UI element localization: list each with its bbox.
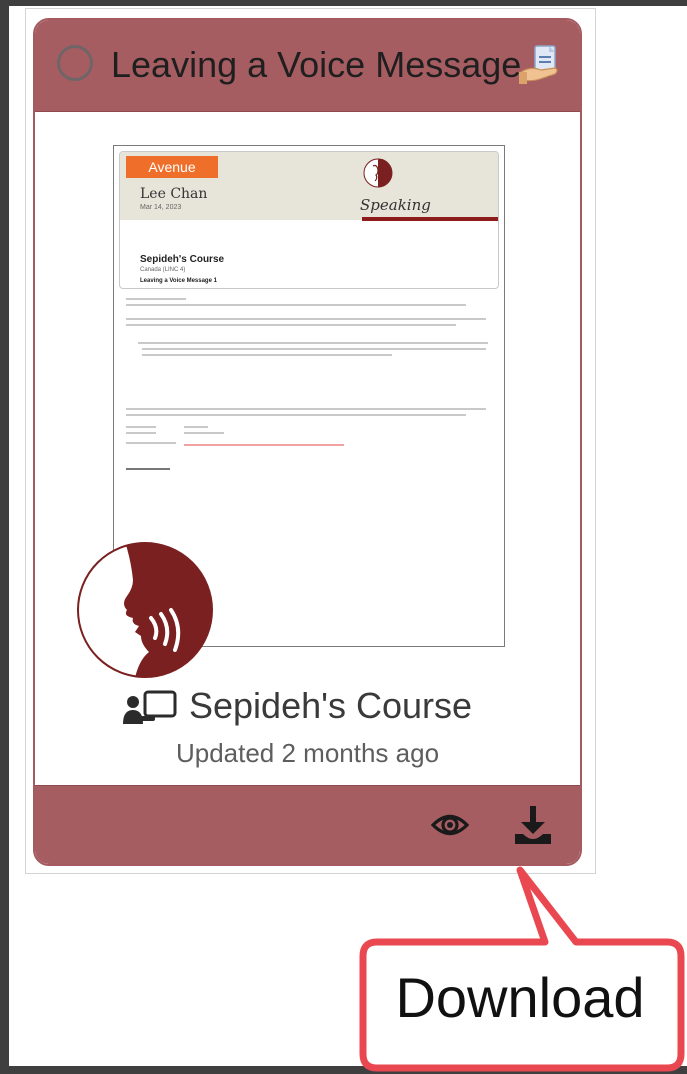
preview-tag: Avenue bbox=[126, 156, 218, 178]
preview-text-line bbox=[184, 426, 208, 428]
preview-course-title: Sepideh's Course bbox=[140, 254, 225, 265]
updated-timestamp: Updated 2 months ago bbox=[175, 738, 440, 768]
preview-text-line bbox=[126, 432, 156, 434]
course-name: Sepideh's Course bbox=[189, 685, 473, 726]
card-footer bbox=[35, 785, 580, 864]
preview-text-line bbox=[126, 318, 486, 320]
card-title[interactable]: Leaving a Voice Message 1 bbox=[111, 44, 551, 86]
preview-feedback-line bbox=[184, 444, 344, 446]
preview-section-label: Speaking bbox=[360, 196, 431, 214]
card-header: Leaving a Voice Message 1 bbox=[35, 20, 580, 112]
preview-files-line bbox=[126, 468, 170, 470]
preview-text-line bbox=[184, 432, 224, 434]
course-row: Sepideh's Course bbox=[35, 683, 580, 727]
preview-text-line bbox=[126, 298, 186, 300]
preview-text-line bbox=[142, 348, 486, 350]
preview-text-line bbox=[126, 304, 466, 306]
window-frame-left bbox=[0, 0, 9, 1074]
preview-speaking-logo-icon bbox=[363, 158, 393, 188]
document-hand-icon bbox=[519, 45, 558, 84]
eye-icon[interactable] bbox=[431, 810, 469, 840]
preview-student-name: Lee Chan bbox=[140, 186, 208, 202]
preview-text-line bbox=[126, 408, 486, 410]
download-callout-label: Download bbox=[395, 966, 645, 1029]
preview-text-line bbox=[138, 342, 488, 344]
preview-accent-bar bbox=[362, 217, 498, 221]
status-circle-icon[interactable] bbox=[57, 45, 93, 81]
preview-text-line bbox=[126, 442, 176, 444]
classroom-teacher-icon bbox=[123, 690, 177, 724]
preview-text-line bbox=[126, 414, 466, 416]
preview-text-line bbox=[126, 426, 156, 428]
activity-card[interactable]: Leaving a Voice Message 1 Avenue Lee Cha… bbox=[33, 18, 582, 866]
speaking-head-icon bbox=[77, 542, 213, 678]
window-frame-top bbox=[0, 0, 687, 6]
preview-text-line bbox=[142, 354, 392, 356]
preview-text-line bbox=[126, 324, 456, 326]
preview-header: Avenue Lee Chan Mar 14, 2023 Speaking Se… bbox=[119, 151, 499, 289]
preview-course-item: Leaving a Voice Message 1 bbox=[140, 278, 217, 284]
preview-course-subtitle: Canada (LINC 4) bbox=[140, 267, 186, 273]
preview-date: Mar 14, 2023 bbox=[140, 204, 182, 211]
download-icon[interactable] bbox=[513, 804, 553, 846]
